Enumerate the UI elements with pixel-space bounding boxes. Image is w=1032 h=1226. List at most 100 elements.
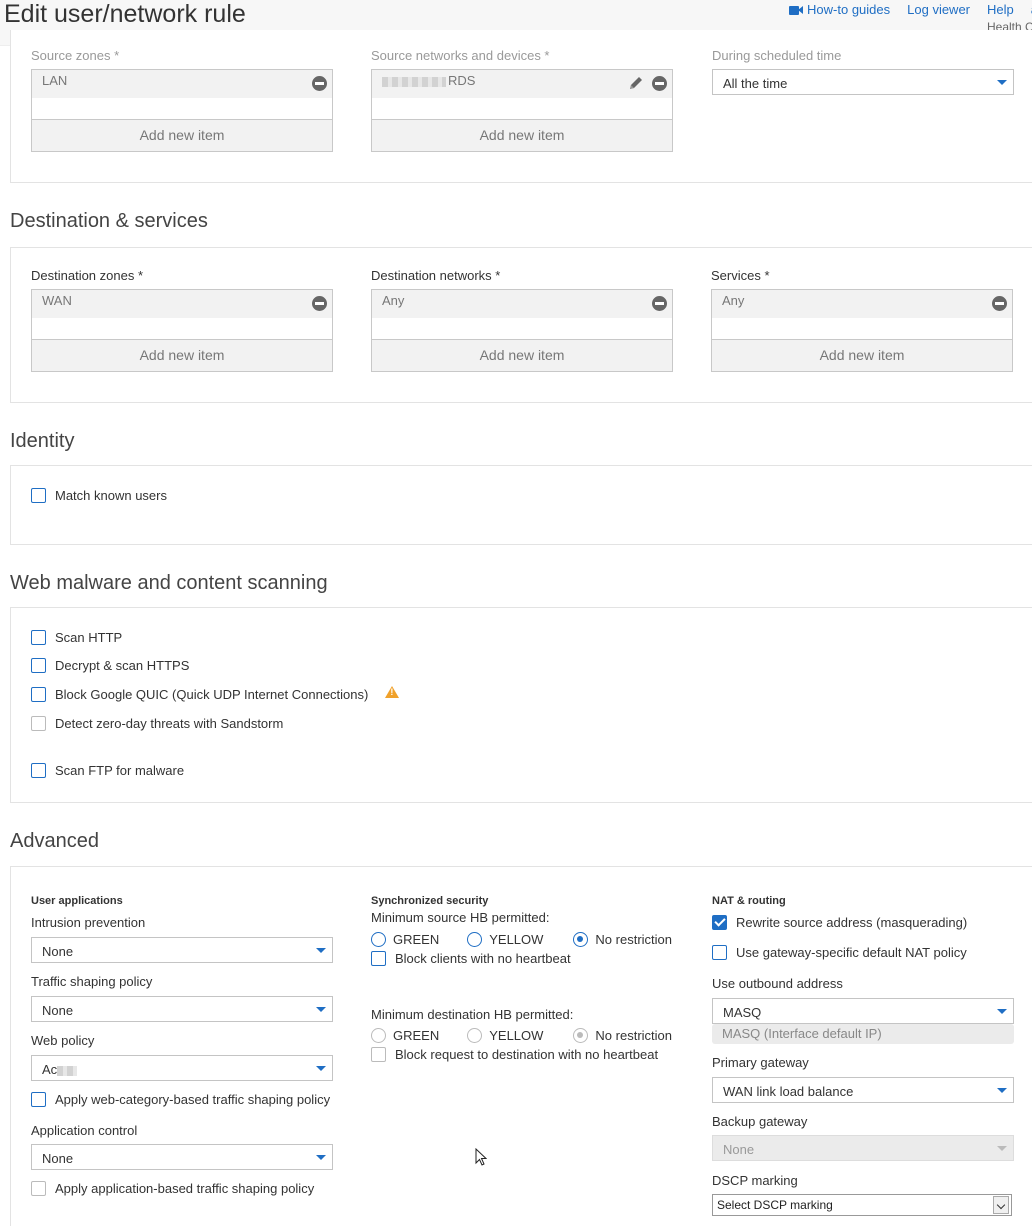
video-camera-icon xyxy=(789,5,804,15)
mouse-cursor-icon xyxy=(475,1148,487,1166)
outbound-address-hint: MASQ (Interface default IP) xyxy=(712,1024,1014,1044)
list-item: WAN xyxy=(32,290,332,318)
scan-http-checkbox[interactable]: Scan HTTP xyxy=(31,630,122,645)
match-known-users-checkbox[interactable]: Match known users xyxy=(31,488,167,503)
log-viewer-link[interactable]: Log viewer xyxy=(907,2,970,17)
chevron-down-icon xyxy=(316,1155,326,1160)
checkbox-box[interactable] xyxy=(712,945,727,960)
checkbox-box[interactable] xyxy=(31,488,46,503)
radio-no-restriction[interactable]: No restriction xyxy=(573,1028,672,1043)
primary-gateway-label: Primary gateway xyxy=(712,1055,809,1070)
block-request-checkbox[interactable]: Block request to destination with no hea… xyxy=(371,1047,658,1062)
radio-green[interactable]: GREEN xyxy=(371,932,439,947)
radio-yellow[interactable]: YELLOW xyxy=(467,932,543,947)
checkbox-label: Rewrite source address (masquerading) xyxy=(736,915,968,930)
remove-icon[interactable] xyxy=(992,296,1007,311)
dscp-marking-select[interactable]: Select DSCP marking xyxy=(712,1194,1012,1216)
chevron-down-icon xyxy=(316,1066,326,1071)
add-new-item-button[interactable]: Add new item xyxy=(32,119,332,151)
checkbox-label: Scan HTTP xyxy=(55,630,123,645)
sandstorm-checkbox[interactable]: Detect zero-day threats with Sandstorm xyxy=(31,716,283,731)
radio-green[interactable]: GREEN xyxy=(371,1028,439,1043)
page-title: Edit user/network rule xyxy=(4,0,246,28)
checkbox-box[interactable] xyxy=(371,1047,386,1062)
identity-section-title: Identity xyxy=(10,430,75,452)
radio-button[interactable] xyxy=(573,932,589,947)
web-category-shaping-checkbox[interactable]: Apply web-category-based traffic shaping… xyxy=(31,1092,330,1107)
backup-gateway-select[interactable]: None xyxy=(712,1135,1014,1161)
checkbox-box[interactable] xyxy=(712,915,727,930)
block-clients-checkbox[interactable]: Block clients with no heartbeat xyxy=(371,951,571,966)
radio-label: No restriction xyxy=(595,1028,672,1043)
radio-label: GREEN xyxy=(393,932,440,947)
min-dest-hb-label: Minimum destination HB permitted: xyxy=(371,1007,574,1022)
warning-icon[interactable] xyxy=(385,685,400,698)
source-zones-label: Source zones * xyxy=(31,48,120,63)
remove-icon[interactable] xyxy=(652,296,667,311)
checkbox-box[interactable] xyxy=(31,630,46,645)
web-policy-select[interactable]: Ac xyxy=(31,1055,333,1081)
checkbox-box[interactable] xyxy=(31,1092,46,1107)
pencil-icon[interactable] xyxy=(628,75,644,91)
checkbox-box[interactable] xyxy=(31,1181,46,1196)
howto-link[interactable]: How-to guides xyxy=(789,2,890,17)
intrusion-prevention-label: Intrusion prevention xyxy=(31,915,146,930)
add-new-item-button[interactable]: Add new item xyxy=(372,339,672,371)
checkbox-label: Block clients with no heartbeat xyxy=(395,951,571,966)
radio-button[interactable] xyxy=(371,932,386,947)
list-item: Any xyxy=(712,290,1012,318)
intrusion-prevention-select[interactable]: None xyxy=(31,937,333,963)
outbound-address-label: Use outbound address xyxy=(712,976,843,991)
schedule-select[interactable]: All the time xyxy=(712,69,1014,95)
checkbox-box[interactable] xyxy=(371,951,386,966)
radio-button[interactable] xyxy=(573,1028,589,1043)
radio-label: No restriction xyxy=(595,932,672,947)
add-new-item-button[interactable]: Add new item xyxy=(372,119,672,151)
remove-icon[interactable] xyxy=(312,76,327,91)
primary-gateway-select[interactable]: WAN link load balance xyxy=(712,1077,1014,1103)
checkbox-label: Use gateway-specific default NAT policy xyxy=(736,945,967,960)
howto-label: How-to guides xyxy=(807,2,891,17)
list-item-label: RDS xyxy=(382,73,475,88)
web-policy-label: Web policy xyxy=(31,1033,95,1048)
help-link[interactable]: Help xyxy=(987,2,1014,17)
checkbox-box[interactable] xyxy=(31,763,46,778)
application-control-label: Application control xyxy=(31,1123,138,1138)
add-new-item-button[interactable]: Add new item xyxy=(712,339,1012,371)
chevron-down-icon xyxy=(997,1009,1007,1014)
decrypt-https-checkbox[interactable]: Decrypt & scan HTTPS xyxy=(31,658,189,673)
checkbox-label: Block request to destination with no hea… xyxy=(395,1047,659,1062)
backup-gateway-label: Backup gateway xyxy=(712,1114,808,1129)
checkbox-label: Detect zero-day threats with Sandstorm xyxy=(55,716,284,731)
block-quic-checkbox[interactable]: Block Google QUIC (Quick UDP Internet Co… xyxy=(31,685,400,702)
chevron-down-icon xyxy=(316,948,326,953)
outbound-address-select[interactable]: MASQ xyxy=(712,998,1014,1024)
rewrite-source-checkbox[interactable]: Rewrite source address (masquerading) xyxy=(712,915,967,930)
checkbox-box[interactable] xyxy=(31,716,46,731)
add-new-item-button[interactable]: Add new item xyxy=(32,339,332,371)
app-shaping-checkbox[interactable]: Apply application-based traffic shaping … xyxy=(31,1181,314,1196)
gateway-nat-checkbox[interactable]: Use gateway-specific default NAT policy xyxy=(712,945,967,960)
remove-icon[interactable] xyxy=(652,76,667,91)
select-value: None xyxy=(42,1151,74,1166)
min-dest-hb-radios: GREEN YELLOW No restriction xyxy=(371,1028,672,1043)
checkbox-box[interactable] xyxy=(31,658,46,673)
schedule-label: During scheduled time xyxy=(712,48,842,63)
application-control-select[interactable]: None xyxy=(31,1144,333,1170)
radio-button[interactable] xyxy=(467,932,483,947)
radio-button[interactable] xyxy=(467,1028,483,1043)
radio-yellow[interactable]: YELLOW xyxy=(467,1028,543,1043)
user-applications-heading: User applications xyxy=(31,895,123,907)
scan-ftp-checkbox[interactable]: Scan FTP for malware xyxy=(31,763,184,778)
radio-no-restriction[interactable]: No restriction xyxy=(573,932,672,947)
traffic-shaping-select[interactable]: None xyxy=(31,996,333,1022)
radio-button[interactable] xyxy=(371,1028,386,1043)
remove-icon[interactable] xyxy=(312,296,327,311)
list-item-label: Any xyxy=(722,293,745,308)
checkbox-box[interactable] xyxy=(31,687,46,702)
chevron-down-icon xyxy=(316,1007,326,1012)
list-item-label: Any xyxy=(382,293,405,308)
list-item-label: LAN xyxy=(42,73,68,88)
select-value: Ac xyxy=(42,1062,58,1077)
traffic-shaping-label: Traffic shaping policy xyxy=(31,974,153,989)
